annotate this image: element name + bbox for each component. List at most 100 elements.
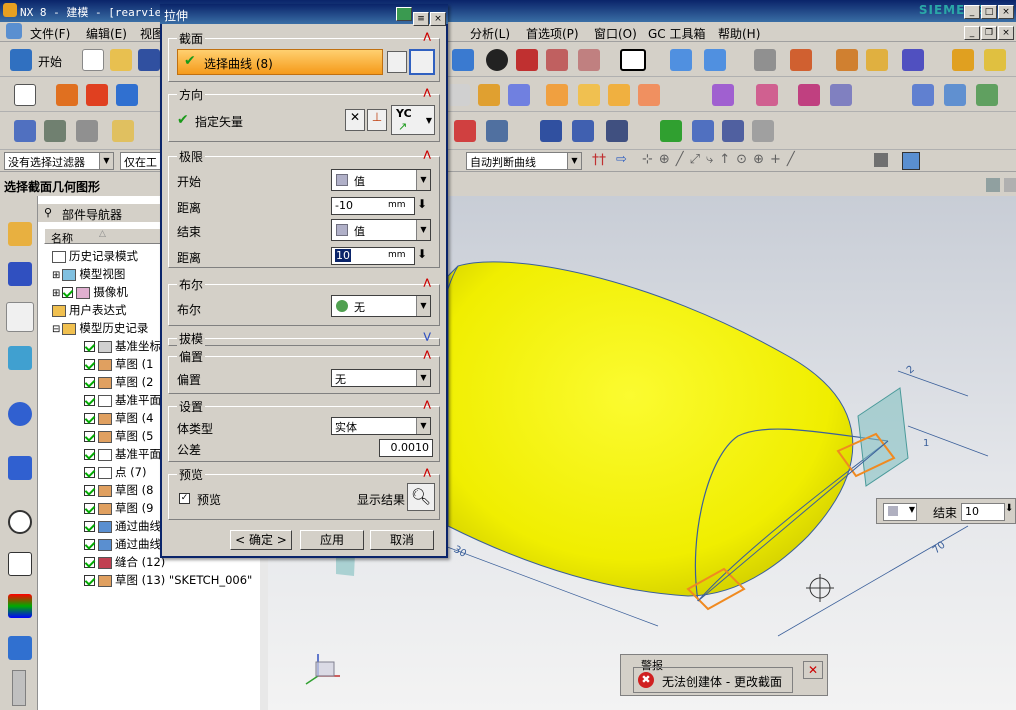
- history-icon[interactable]: [8, 510, 32, 534]
- end-type-select[interactable]: ▼: [883, 503, 917, 521]
- visibility-checkbox[interactable]: [84, 431, 95, 442]
- spring-icon[interactable]: [572, 120, 594, 142]
- wcs-icon[interactable]: [790, 49, 812, 71]
- tree-item[interactable]: ⊞ 模型视图: [52, 266, 125, 282]
- shade-icon[interactable]: [486, 49, 508, 71]
- snap-point-icons[interactable]: ⊹⊕╱⤢⤷↑⊙⊕+╱: [642, 152, 801, 167]
- vector-select[interactable]: YC ↗ ▼: [391, 105, 435, 135]
- constraint-navigator-icon[interactable]: [8, 262, 32, 286]
- menu-analysis[interactable]: 分析(L): [470, 25, 510, 42]
- dialog-close-icon[interactable]: ×: [430, 12, 446, 26]
- end-distance-input[interactable]: 10 mm: [331, 247, 415, 265]
- sketch-section-icon[interactable]: [387, 51, 407, 73]
- collapse-icon[interactable]: ⋀: [423, 400, 431, 410]
- start-type-select[interactable]: 值 ▼: [331, 169, 431, 191]
- start-button[interactable]: 开始: [38, 53, 62, 70]
- stop-at-intersection-icon[interactable]: ††: [592, 152, 606, 168]
- sketch-rect-icon[interactable]: [14, 84, 36, 106]
- tree-item[interactable]: 草图 (5: [84, 428, 153, 444]
- expand-node-icon[interactable]: ⊞: [52, 270, 60, 281]
- thread-icon[interactable]: [540, 120, 562, 142]
- down-arrow-icon[interactable]: ⬇: [1005, 503, 1013, 514]
- edge-blend-icon[interactable]: [546, 84, 568, 106]
- check-geometry-icon[interactable]: [660, 120, 682, 142]
- extrude-icon[interactable]: [56, 84, 78, 106]
- alert-close-button[interactable]: ✕: [803, 661, 823, 679]
- tree-item[interactable]: ⊟ 模型历史记录: [52, 320, 148, 336]
- start-distance-menu-icon[interactable]: ⬇: [417, 197, 427, 211]
- component-icon[interactable]: [722, 120, 744, 142]
- reuse-library-icon[interactable]: [8, 346, 32, 370]
- collapse-icon[interactable]: ⋀: [423, 278, 431, 288]
- type-filter-select[interactable]: 没有选择过滤器 ▼: [4, 152, 114, 170]
- tree-item[interactable]: 基准平面: [84, 392, 161, 408]
- new-file-icon[interactable]: [82, 49, 104, 71]
- doc-close-icon[interactable]: ×: [998, 26, 1014, 40]
- menu-edit[interactable]: 编辑(E): [86, 25, 127, 42]
- intersect-icon[interactable]: [798, 84, 820, 106]
- tree-item[interactable]: 基准平面: [84, 446, 161, 462]
- web-browser-icon[interactable]: [8, 456, 32, 480]
- minimize-icon[interactable]: _: [964, 5, 980, 19]
- layers-icon[interactable]: [44, 120, 66, 142]
- tree-item[interactable]: 基准坐标: [84, 338, 161, 354]
- collapse-icon[interactable]: ⋀: [423, 88, 431, 98]
- table-icon[interactable]: [76, 120, 98, 142]
- select-curve-row[interactable]: ✔ 选择曲线 (8): [177, 49, 383, 75]
- tree-item[interactable]: 通过曲线: [84, 536, 161, 552]
- tree-item[interactable]: 草图 (1: [84, 356, 153, 372]
- menu-gc-toolbox[interactable]: GC 工具箱: [648, 25, 706, 42]
- doc-restore-icon[interactable]: ❐: [981, 26, 997, 40]
- quick-pick-icon[interactable]: [902, 152, 920, 170]
- block-icon[interactable]: [116, 84, 138, 106]
- visibility-checkbox[interactable]: [84, 575, 95, 586]
- dimension-icon[interactable]: [112, 120, 134, 142]
- palette-icon[interactable]: [8, 594, 32, 618]
- curve-select-icon[interactable]: [409, 49, 435, 75]
- tolerance-input[interactable]: 0.0010: [379, 439, 433, 457]
- pattern-icon[interactable]: [454, 120, 476, 142]
- surface-icon[interactable]: [912, 84, 934, 106]
- expand-icon[interactable]: ⋁: [423, 332, 431, 342]
- visibility-checkbox[interactable]: [84, 539, 95, 550]
- transform-icon[interactable]: [704, 49, 726, 71]
- assembly-navigator-icon[interactable]: [8, 222, 32, 246]
- maximize-icon[interactable]: □: [981, 5, 997, 19]
- curve-rule-select[interactable]: 自动判断曲线 ▼: [466, 152, 582, 170]
- body-type-select[interactable]: 实体 ▼: [331, 417, 431, 435]
- visibility-checkbox[interactable]: [62, 287, 74, 298]
- show-icon[interactable]: [578, 49, 600, 71]
- scale-icon[interactable]: [606, 120, 628, 142]
- shell-icon[interactable]: [608, 84, 630, 106]
- hole-icon[interactable]: [448, 84, 470, 106]
- through-curve-mesh-icon[interactable]: [944, 84, 966, 106]
- pocket-icon[interactable]: [508, 84, 530, 106]
- collapse-node-icon[interactable]: ⊟: [52, 324, 60, 335]
- move-icon[interactable]: [670, 49, 692, 71]
- trim-body-icon[interactable]: [830, 84, 852, 106]
- scope-select[interactable]: 仅在工: [120, 152, 162, 170]
- end-tip-input[interactable]: 10: [961, 503, 1005, 521]
- snap-icon[interactable]: [836, 49, 858, 71]
- fit-icon[interactable]: [14, 120, 36, 142]
- collapse-icon[interactable]: ⋀: [423, 150, 431, 160]
- menu-window[interactable]: 窗口(O): [594, 25, 637, 42]
- sweep-icon[interactable]: [976, 84, 998, 106]
- roles-icon[interactable]: [8, 636, 32, 660]
- reset-icon[interactable]: [396, 7, 412, 21]
- arrow-icon[interactable]: [902, 49, 924, 71]
- snap-toggle-icon[interactable]: [874, 153, 888, 167]
- tree-item[interactable]: 草图 (2: [84, 374, 153, 390]
- reverse-direction-icon[interactable]: ✕: [345, 109, 365, 131]
- expand-node-icon[interactable]: ⊞: [52, 288, 60, 299]
- collapse-icon[interactable]: ⋀: [423, 350, 431, 360]
- doc-minimize-icon[interactable]: _: [964, 26, 980, 40]
- visibility-checkbox[interactable]: [84, 449, 95, 460]
- cancel-button[interactable]: 取消: [370, 530, 434, 550]
- collapse-icon[interactable]: ⋀: [423, 32, 431, 42]
- draft-icon[interactable]: [638, 84, 660, 106]
- measure-distance-icon[interactable]: [952, 49, 974, 71]
- assembly-icon[interactable]: [692, 120, 714, 142]
- part-navigator-icon[interactable]: [6, 302, 34, 332]
- offset-select[interactable]: 无 ▼: [331, 369, 431, 387]
